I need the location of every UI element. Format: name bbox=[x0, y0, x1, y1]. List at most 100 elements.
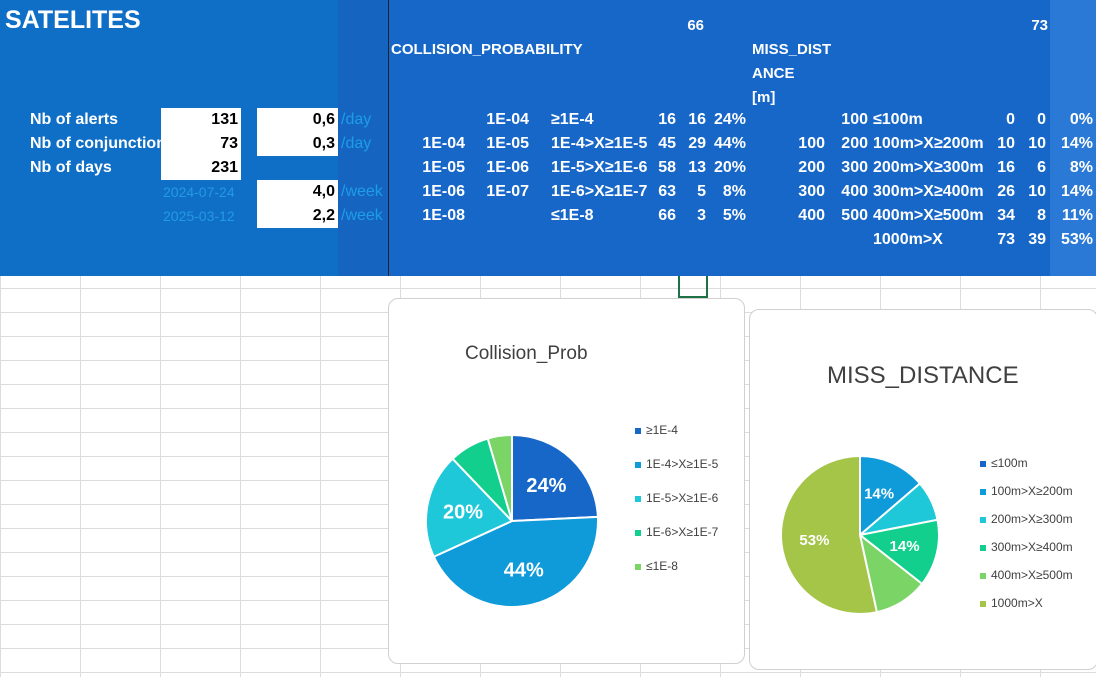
collision-row-label[interactable]: 1E-6>X≥1E-7 bbox=[551, 180, 647, 204]
collision-row-from[interactable]: 1E-06 bbox=[405, 180, 465, 204]
collision-row-cumulative[interactable]: 66 bbox=[648, 204, 676, 228]
collision-row-count[interactable]: 5 bbox=[678, 180, 706, 204]
sheet-title[interactable]: SATELITES bbox=[5, 6, 141, 35]
collision-row-cumulative[interactable]: 45 bbox=[648, 132, 676, 156]
legend-item[interactable]: 1000m>X bbox=[980, 596, 1043, 610]
miss-row-to[interactable]: 500 bbox=[818, 204, 868, 228]
miss-row-to[interactable]: 300 bbox=[818, 156, 868, 180]
legend-item[interactable]: 100m>X≥200m bbox=[980, 484, 1073, 498]
miss-row-cumulative[interactable]: 0 bbox=[985, 108, 1015, 132]
legend-item[interactable]: ≤1E-8 bbox=[635, 559, 678, 573]
miss-row-percent[interactable]: 8% bbox=[1050, 156, 1093, 180]
stat-unit: /day bbox=[341, 111, 372, 128]
miss-row-count[interactable]: 0 bbox=[1016, 108, 1046, 132]
collision-row-count[interactable]: 13 bbox=[678, 156, 706, 180]
miss-row-label[interactable]: 100m>X≥200m bbox=[873, 132, 984, 156]
stat-rate[interactable]: 0,6 bbox=[257, 108, 338, 132]
collision-prob-chart[interactable]: Collision_Prob 24% 44% 20% ≥1E-4 1E-4>X≥1E-… bbox=[388, 298, 745, 664]
collision-row-count[interactable]: 29 bbox=[678, 132, 706, 156]
collision-row-to[interactable]: 1E-06 bbox=[469, 156, 529, 180]
date-value[interactable]: 2024-07-24 bbox=[163, 180, 235, 204]
legend-swatch bbox=[635, 427, 641, 434]
chart-title: MISS_DISTANCE bbox=[827, 362, 1019, 389]
collision-row-percent[interactable]: 24% bbox=[708, 108, 746, 132]
legend-item[interactable]: ≥1E-4 bbox=[635, 423, 678, 437]
date-rate[interactable]: 4,0 bbox=[257, 180, 338, 204]
pie-data-label: 53% bbox=[799, 532, 829, 549]
collision-header[interactable]: COLLISION_PROBABILITY bbox=[391, 38, 583, 62]
miss-row-label[interactable]: 200m>X≥300m bbox=[873, 156, 984, 180]
miss-row-cumulative[interactable]: 10 bbox=[985, 132, 1015, 156]
collision-row-to[interactable]: 1E-05 bbox=[469, 132, 529, 156]
miss-distance-chart[interactable]: MISS_DISTANCE 14% 14% 53% ≤100m 100m>X≥200m… bbox=[749, 309, 1096, 670]
miss-row-label[interactable]: 300m>X≥400m bbox=[873, 180, 984, 204]
stat-label[interactable]: Nb of days bbox=[30, 156, 112, 180]
miss-row-count[interactable]: 39 bbox=[1016, 228, 1046, 252]
stat-value[interactable]: 73 bbox=[161, 132, 241, 156]
miss-row-percent[interactable]: 14% bbox=[1050, 132, 1093, 156]
miss-row-to[interactable]: 200 bbox=[818, 132, 868, 156]
legend-item[interactable]: 400m>X≥500m bbox=[980, 568, 1073, 582]
miss-row-cumulative[interactable]: 26 bbox=[985, 180, 1015, 204]
date-value[interactable]: 2025-03-12 bbox=[163, 204, 235, 228]
miss-header-line1[interactable]: MISS_DIST bbox=[752, 38, 831, 62]
collision-row-from[interactable]: 1E-08 bbox=[405, 204, 465, 228]
miss-row-count[interactable]: 10 bbox=[1016, 132, 1046, 156]
stat-label[interactable]: Nb of alerts bbox=[30, 108, 118, 132]
collision-row-to[interactable]: 1E-04 bbox=[469, 108, 529, 132]
legend-label: 1E-6>X≥1E-7 bbox=[646, 525, 719, 539]
legend-label: 1000m>X bbox=[991, 596, 1043, 610]
miss-row-percent[interactable]: 11% bbox=[1050, 204, 1093, 228]
miss-row-label[interactable]: ≤100m bbox=[873, 108, 923, 132]
stat-value[interactable]: 231 bbox=[161, 156, 241, 180]
collision-row-percent[interactable]: 5% bbox=[708, 204, 746, 228]
legend-swatch bbox=[635, 529, 641, 536]
legend-item[interactable]: ≤100m bbox=[980, 456, 1028, 470]
stat-label[interactable]: Nb of conjunction bbox=[30, 132, 166, 156]
date-rate[interactable]: 2,2 bbox=[257, 204, 338, 228]
collision-row-from[interactable]: 1E-05 bbox=[405, 156, 465, 180]
stat-value[interactable]: 131 bbox=[161, 108, 241, 132]
legend-item[interactable]: 1E-5>X≥1E-6 bbox=[635, 491, 718, 505]
collision-row-cumulative[interactable]: 58 bbox=[648, 156, 676, 180]
miss-row-cumulative[interactable]: 34 bbox=[985, 204, 1015, 228]
collision-row-from[interactable]: 1E-04 bbox=[405, 132, 465, 156]
collision-row-percent[interactable]: 44% bbox=[708, 132, 746, 156]
legend-item[interactable]: 200m>X≥300m bbox=[980, 512, 1073, 526]
miss-row-to[interactable]: 400 bbox=[818, 180, 868, 204]
miss-row-cumulative[interactable]: 16 bbox=[985, 156, 1015, 180]
pie-data-label: 14% bbox=[864, 486, 894, 503]
collision-row-cumulative[interactable]: 63 bbox=[648, 180, 676, 204]
miss-header-line3[interactable]: [m] bbox=[752, 86, 775, 110]
collision-row-cumulative[interactable]: 16 bbox=[648, 108, 676, 132]
collision-count[interactable]: 66 bbox=[670, 14, 704, 38]
stat-rate[interactable]: 0,3 bbox=[257, 132, 338, 156]
selected-cell[interactable] bbox=[678, 276, 708, 298]
miss-header-line2[interactable]: ANCE bbox=[752, 62, 795, 86]
miss-row-count[interactable]: 6 bbox=[1016, 156, 1046, 180]
miss-row-percent[interactable]: 14% bbox=[1050, 180, 1093, 204]
legend-item[interactable]: 1E-6>X≥1E-7 bbox=[635, 525, 718, 539]
collision-row-label[interactable]: ≤1E-8 bbox=[551, 204, 594, 228]
legend-item[interactable]: 300m>X≥400m bbox=[980, 540, 1073, 554]
miss-row-label[interactable]: 400m>X≥500m bbox=[873, 204, 984, 228]
miss-row-percent[interactable]: 0% bbox=[1050, 108, 1093, 132]
miss-row-count[interactable]: 10 bbox=[1016, 180, 1046, 204]
date-unit: /week bbox=[341, 207, 383, 224]
collision-row-count[interactable]: 3 bbox=[678, 204, 706, 228]
collision-row-count[interactable]: 16 bbox=[678, 108, 706, 132]
miss-row-label[interactable]: 1000m>X bbox=[873, 228, 943, 252]
miss-row-count[interactable]: 8 bbox=[1016, 204, 1046, 228]
collision-row-label[interactable]: ≥1E-4 bbox=[551, 108, 594, 132]
legend-item[interactable]: 1E-4>X≥1E-5 bbox=[635, 457, 718, 471]
legend-label: ≤1E-8 bbox=[646, 559, 678, 573]
collision-row-label[interactable]: 1E-5>X≥1E-6 bbox=[551, 156, 647, 180]
miss-row-to[interactable]: 100 bbox=[818, 108, 868, 132]
collision-row-percent[interactable]: 8% bbox=[708, 180, 746, 204]
miss-row-percent[interactable]: 53% bbox=[1050, 228, 1093, 252]
collision-row-percent[interactable]: 20% bbox=[708, 156, 746, 180]
miss-count[interactable]: 73 bbox=[1012, 14, 1048, 38]
miss-row-cumulative[interactable]: 73 bbox=[985, 228, 1015, 252]
collision-row-to[interactable]: 1E-07 bbox=[469, 180, 529, 204]
collision-row-label[interactable]: 1E-4>X≥1E-5 bbox=[551, 132, 647, 156]
